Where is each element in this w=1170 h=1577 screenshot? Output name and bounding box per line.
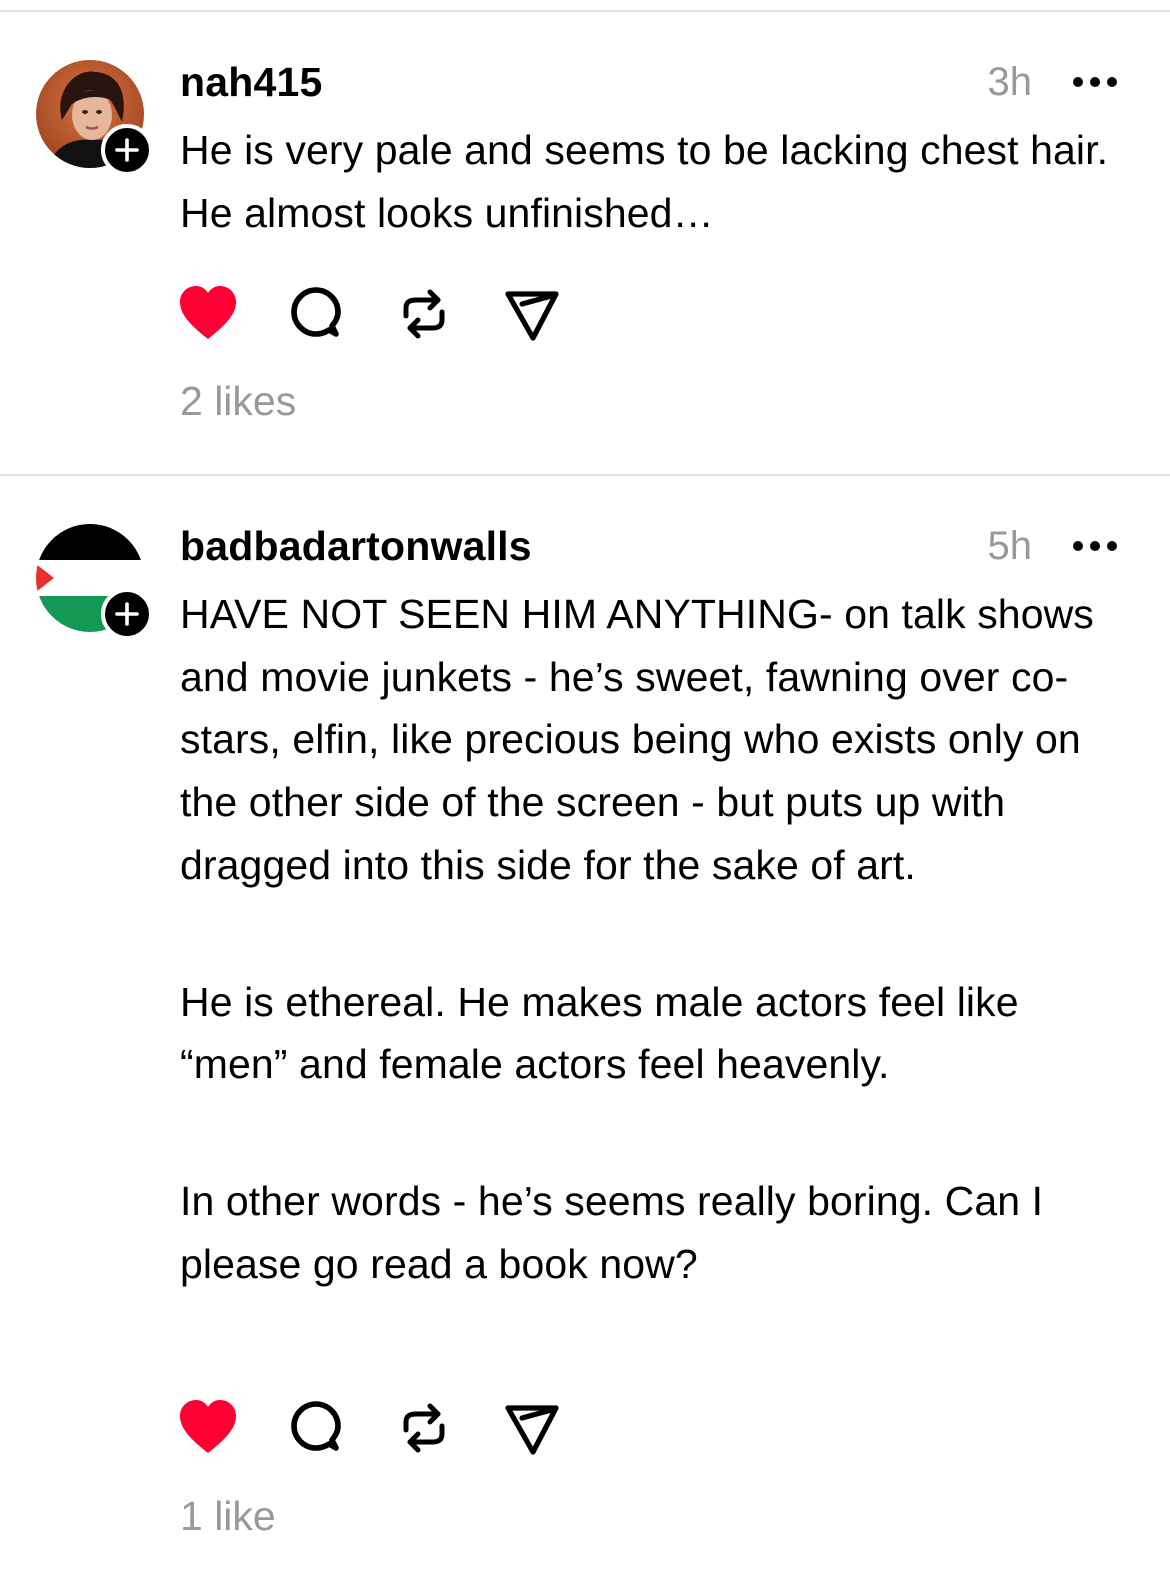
comment-icon[interactable] xyxy=(284,282,348,346)
repost-icon[interactable] xyxy=(392,282,456,346)
likes-count[interactable]: 2 likes xyxy=(180,377,296,425)
plus-icon xyxy=(115,138,139,162)
comment-icon[interactable] xyxy=(284,1396,348,1460)
share-icon[interactable] xyxy=(500,1396,564,1460)
share-icon[interactable] xyxy=(500,282,564,346)
post-body: HAVE NOT SEEN HIM ANYTHING- on talk show… xyxy=(180,583,1130,1295)
post-paragraph: He is very pale and seems to be lacking … xyxy=(180,127,1109,236)
username[interactable]: nah415 xyxy=(180,58,323,106)
heart-icon[interactable] xyxy=(176,282,240,346)
post-paragraph: In other words - he’s seems really borin… xyxy=(180,1177,1044,1287)
repost-icon[interactable] xyxy=(392,1396,456,1460)
top-divider xyxy=(0,10,1170,12)
more-options-icon[interactable] xyxy=(1070,536,1120,556)
timestamp: 5h xyxy=(987,524,1033,568)
post-paragraph: He is ethereal. He makes male actors fee… xyxy=(180,978,1019,1088)
follow-button[interactable] xyxy=(101,588,153,640)
post-divider xyxy=(0,474,1170,476)
likes-count[interactable]: 1 like xyxy=(180,1492,276,1540)
username[interactable]: badbadartonwalls xyxy=(180,522,532,570)
post-body: He is very pale and seems to be lacking … xyxy=(180,119,1130,244)
timestamp: 3h xyxy=(987,60,1033,104)
plus-icon xyxy=(115,602,139,626)
post-paragraph: HAVE NOT SEEN HIM ANYTHING- on talk show… xyxy=(180,591,1094,888)
heart-icon[interactable] xyxy=(176,1396,240,1460)
follow-button[interactable] xyxy=(101,124,153,176)
more-options-icon[interactable] xyxy=(1070,72,1120,92)
